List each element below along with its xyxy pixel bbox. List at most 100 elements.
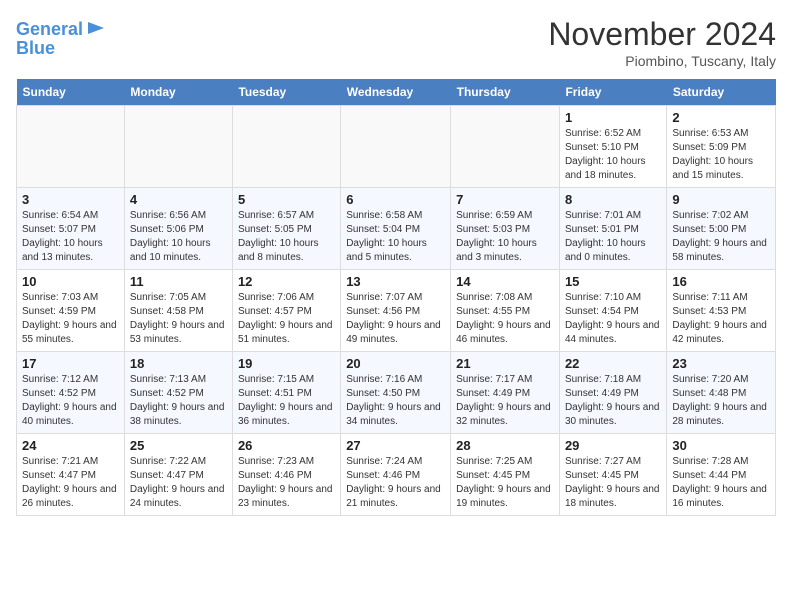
calendar-day-cell: 8Sunrise: 7:01 AM Sunset: 5:01 PM Daylig… bbox=[559, 188, 666, 270]
day-number: 3 bbox=[22, 192, 119, 207]
day-info: Sunrise: 7:18 AM Sunset: 4:49 PM Dayligh… bbox=[565, 373, 661, 429]
day-info: Sunrise: 7:03 AM Sunset: 4:59 PM Dayligh… bbox=[22, 291, 119, 347]
day-number: 26 bbox=[238, 438, 335, 453]
day-info: Sunrise: 6:52 AM Sunset: 5:10 PM Dayligh… bbox=[565, 127, 661, 183]
calendar-day-header: Saturday bbox=[667, 79, 776, 106]
day-info: Sunrise: 7:12 AM Sunset: 4:52 PM Dayligh… bbox=[22, 373, 119, 429]
day-info: Sunrise: 7:24 AM Sunset: 4:46 PM Dayligh… bbox=[346, 455, 445, 511]
day-number: 13 bbox=[346, 274, 445, 289]
day-info: Sunrise: 6:56 AM Sunset: 5:06 PM Dayligh… bbox=[130, 209, 227, 265]
calendar-day-cell: 1Sunrise: 6:52 AM Sunset: 5:10 PM Daylig… bbox=[559, 106, 666, 188]
day-info: Sunrise: 7:01 AM Sunset: 5:01 PM Dayligh… bbox=[565, 209, 661, 265]
calendar-day-cell: 20 Sunrise: 7:16 AM Sunset: 4:50 PM Dayli… bbox=[341, 352, 451, 434]
calendar-day-cell: 21 Sunrise: 7:17 AM Sunset: 4:49 PM Dayli… bbox=[451, 352, 560, 434]
day-info: Sunrise: 7:25 AM Sunset: 4:45 PM Dayligh… bbox=[456, 455, 554, 511]
day-number: 22 bbox=[565, 356, 661, 371]
day-info: Sunrise: 7:11 AM Sunset: 4:53 PM Dayligh… bbox=[672, 291, 770, 347]
day-number: 10 bbox=[22, 274, 119, 289]
location: Piombino, Tuscany, Italy bbox=[548, 53, 776, 69]
day-number: 12 bbox=[238, 274, 335, 289]
calendar-day-cell: 30 Sunrise: 7:28 AM Sunset: 4:44 PM Dayli… bbox=[667, 434, 776, 516]
day-number: 24 bbox=[22, 438, 119, 453]
logo-text-blue: Blue bbox=[16, 39, 55, 59]
calendar-day-cell bbox=[17, 106, 125, 188]
calendar-day-cell: 16 Sunrise: 7:11 AM Sunset: 4:53 PM Dayli… bbox=[667, 270, 776, 352]
day-number: 30 bbox=[672, 438, 770, 453]
calendar-week-row: 17 Sunrise: 7:12 AM Sunset: 4:52 PM Dayli… bbox=[17, 352, 776, 434]
day-number: 9 bbox=[672, 192, 770, 207]
calendar-day-cell bbox=[451, 106, 560, 188]
month-title: November 2024 bbox=[548, 16, 776, 53]
calendar-day-cell: 11 Sunrise: 7:05 AM Sunset: 4:58 PM Dayli… bbox=[124, 270, 232, 352]
day-info: Sunrise: 7:20 AM Sunset: 4:48 PM Dayligh… bbox=[672, 373, 770, 429]
calendar-day-cell: 28 Sunrise: 7:25 AM Sunset: 4:45 PM Dayli… bbox=[451, 434, 560, 516]
calendar-table: SundayMondayTuesdayWednesdayThursdayFrid… bbox=[16, 79, 776, 516]
logo: General Blue bbox=[16, 16, 106, 59]
day-info: Sunrise: 6:54 AM Sunset: 5:07 PM Dayligh… bbox=[22, 209, 119, 265]
day-number: 27 bbox=[346, 438, 445, 453]
calendar-day-cell: 23Sunrise: 7:20 AM Sunset: 4:48 PM Dayli… bbox=[667, 352, 776, 434]
calendar-day-cell bbox=[232, 106, 340, 188]
calendar-day-cell: 9 Sunrise: 7:02 AM Sunset: 5:00 PM Daylig… bbox=[667, 188, 776, 270]
day-number: 15 bbox=[565, 274, 661, 289]
calendar-day-cell: 5 Sunrise: 6:57 AM Sunset: 5:05 PM Daylig… bbox=[232, 188, 340, 270]
calendar-day-cell: 2 Sunrise: 6:53 AM Sunset: 5:09 PM Daylig… bbox=[667, 106, 776, 188]
day-number: 2 bbox=[672, 110, 770, 125]
calendar-day-header: Wednesday bbox=[341, 79, 451, 106]
day-info: Sunrise: 7:23 AM Sunset: 4:46 PM Dayligh… bbox=[238, 455, 335, 511]
day-info: Sunrise: 7:28 AM Sunset: 4:44 PM Dayligh… bbox=[672, 455, 770, 511]
calendar-day-cell: 17 Sunrise: 7:12 AM Sunset: 4:52 PM Dayli… bbox=[17, 352, 125, 434]
calendar-day-header: Monday bbox=[124, 79, 232, 106]
calendar-day-cell: 19 Sunrise: 7:15 AM Sunset: 4:51 PM Dayli… bbox=[232, 352, 340, 434]
calendar-day-cell: 18Sunrise: 7:13 AM Sunset: 4:52 PM Dayli… bbox=[124, 352, 232, 434]
day-number: 11 bbox=[130, 274, 227, 289]
day-info: Sunrise: 7:07 AM Sunset: 4:56 PM Dayligh… bbox=[346, 291, 445, 347]
day-info: Sunrise: 7:06 AM Sunset: 4:57 PM Dayligh… bbox=[238, 291, 335, 347]
day-info: Sunrise: 7:02 AM Sunset: 5:00 PM Dayligh… bbox=[672, 209, 770, 265]
logo-arrow-icon bbox=[86, 18, 106, 38]
day-number: 4 bbox=[130, 192, 227, 207]
day-info: Sunrise: 7:16 AM Sunset: 4:50 PM Dayligh… bbox=[346, 373, 445, 429]
calendar-week-row: 10 Sunrise: 7:03 AM Sunset: 4:59 PM Dayli… bbox=[17, 270, 776, 352]
calendar-day-header: Tuesday bbox=[232, 79, 340, 106]
calendar-header-row: SundayMondayTuesdayWednesdayThursdayFrid… bbox=[17, 79, 776, 106]
day-info: Sunrise: 7:17 AM Sunset: 4:49 PM Dayligh… bbox=[456, 373, 554, 429]
day-number: 25 bbox=[130, 438, 227, 453]
title-section: November 2024 Piombino, Tuscany, Italy bbox=[548, 16, 776, 69]
calendar-day-cell: 27 Sunrise: 7:24 AM Sunset: 4:46 PM Dayli… bbox=[341, 434, 451, 516]
calendar-day-cell: 25 Sunrise: 7:22 AM Sunset: 4:47 PM Dayli… bbox=[124, 434, 232, 516]
calendar-day-cell: 22 Sunrise: 7:18 AM Sunset: 4:49 PM Dayli… bbox=[559, 352, 666, 434]
day-number: 5 bbox=[238, 192, 335, 207]
calendar-day-header: Sunday bbox=[17, 79, 125, 106]
day-number: 28 bbox=[456, 438, 554, 453]
calendar-day-cell: 10 Sunrise: 7:03 AM Sunset: 4:59 PM Dayli… bbox=[17, 270, 125, 352]
calendar-day-cell: 26 Sunrise: 7:23 AM Sunset: 4:46 PM Dayli… bbox=[232, 434, 340, 516]
day-info: Sunrise: 6:59 AM Sunset: 5:03 PM Dayligh… bbox=[456, 209, 554, 265]
calendar-day-cell: 13 Sunrise: 7:07 AM Sunset: 4:56 PM Dayli… bbox=[341, 270, 451, 352]
day-info: Sunrise: 6:53 AM Sunset: 5:09 PM Dayligh… bbox=[672, 127, 770, 183]
day-info: Sunrise: 6:57 AM Sunset: 5:05 PM Dayligh… bbox=[238, 209, 335, 265]
day-info: Sunrise: 6:58 AM Sunset: 5:04 PM Dayligh… bbox=[346, 209, 445, 265]
day-info: Sunrise: 7:21 AM Sunset: 4:47 PM Dayligh… bbox=[22, 455, 119, 511]
calendar-day-cell: 12 Sunrise: 7:06 AM Sunset: 4:57 PM Dayli… bbox=[232, 270, 340, 352]
day-number: 16 bbox=[672, 274, 770, 289]
day-number: 14 bbox=[456, 274, 554, 289]
day-number: 19 bbox=[238, 356, 335, 371]
day-number: 20 bbox=[346, 356, 445, 371]
calendar-week-row: 1Sunrise: 6:52 AM Sunset: 5:10 PM Daylig… bbox=[17, 106, 776, 188]
day-info: Sunrise: 7:15 AM Sunset: 4:51 PM Dayligh… bbox=[238, 373, 335, 429]
calendar-day-cell: 6Sunrise: 6:58 AM Sunset: 5:04 PM Daylig… bbox=[341, 188, 451, 270]
calendar-day-cell: 14Sunrise: 7:08 AM Sunset: 4:55 PM Dayli… bbox=[451, 270, 560, 352]
calendar-day-cell: 7 Sunrise: 6:59 AM Sunset: 5:03 PM Daylig… bbox=[451, 188, 560, 270]
day-number: 21 bbox=[456, 356, 554, 371]
calendar-week-row: 24 Sunrise: 7:21 AM Sunset: 4:47 PM Dayli… bbox=[17, 434, 776, 516]
logo-text: General bbox=[16, 20, 83, 40]
day-info: Sunrise: 7:22 AM Sunset: 4:47 PM Dayligh… bbox=[130, 455, 227, 511]
calendar-day-cell bbox=[124, 106, 232, 188]
calendar-day-cell bbox=[341, 106, 451, 188]
day-number: 17 bbox=[22, 356, 119, 371]
calendar-day-header: Thursday bbox=[451, 79, 560, 106]
day-info: Sunrise: 7:05 AM Sunset: 4:58 PM Dayligh… bbox=[130, 291, 227, 347]
page-header: General Blue November 2024 Piombino, Tus… bbox=[16, 16, 776, 69]
day-number: 7 bbox=[456, 192, 554, 207]
